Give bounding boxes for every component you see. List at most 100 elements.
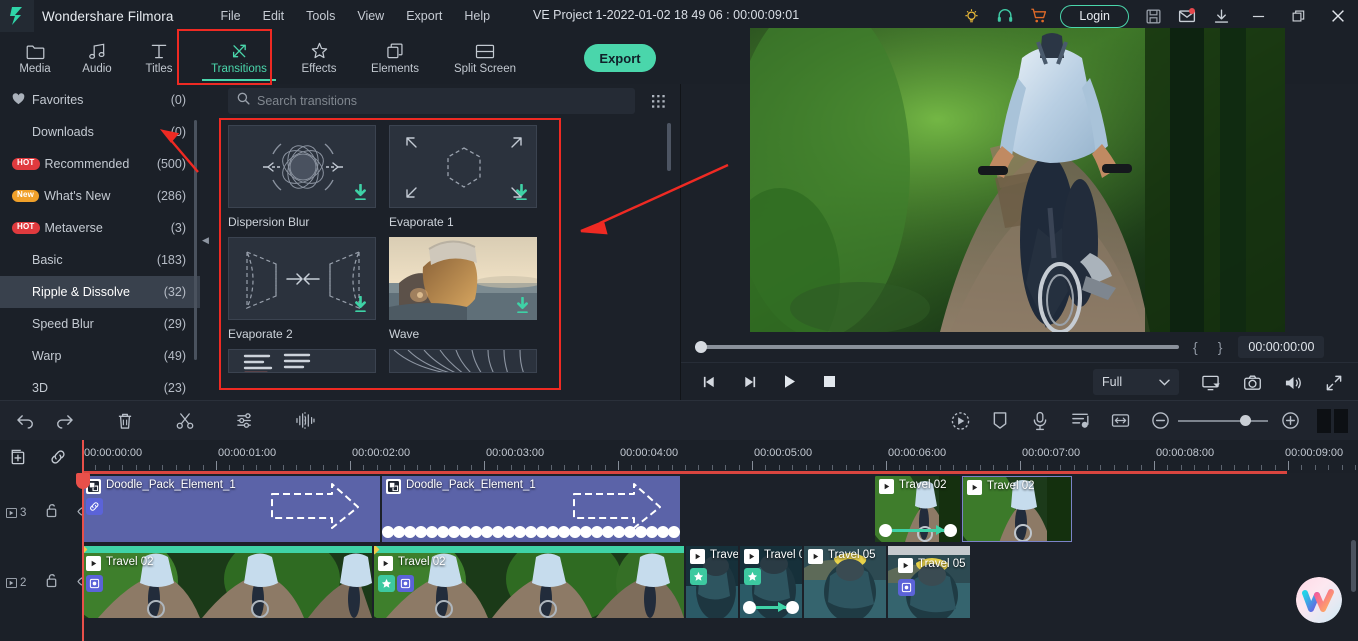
playhead[interactable] — [76, 440, 90, 641]
panel-collapse-icon[interactable]: ◀ — [201, 232, 210, 248]
track-2[interactable]: Travel 02 Travel 02 Trave Travel 0 Trave… — [80, 546, 1358, 618]
sidebar-item-3d[interactable]: 3D (23) — [0, 372, 200, 400]
playhead-handle[interactable] — [76, 473, 90, 489]
transition-card-dispersion-blur[interactable]: Dispersion Blur — [228, 125, 376, 229]
mark-out-icon[interactable]: } — [1218, 339, 1223, 355]
transitions-scrollbar[interactable] — [667, 123, 671, 171]
menu-help[interactable]: Help — [453, 5, 501, 27]
grid-view-toggle-icon[interactable] — [648, 91, 668, 111]
fullscreen-icon[interactable] — [1323, 372, 1345, 394]
download-transition-icon-2[interactable] — [514, 183, 529, 202]
sidebar-item-favorites[interactable]: Favorites (0) — [0, 84, 200, 116]
transition-handle-right-2[interactable] — [786, 601, 799, 614]
voiceover-mic-icon[interactable] — [1020, 401, 1060, 441]
tab-transitions[interactable]: Transitions — [190, 33, 288, 83]
menu-edit[interactable]: Edit — [252, 5, 296, 27]
tab-audio[interactable]: Audio — [66, 33, 128, 83]
clip-doodle-1[interactable]: Doodle_Pack_Element_1 — [82, 476, 380, 542]
sidebar-item-speed-blur[interactable]: Speed Blur (29) — [0, 308, 200, 340]
download-transition-icon[interactable] — [353, 183, 368, 202]
search-input[interactable] — [257, 94, 626, 108]
clip-mask-badge-3[interactable] — [898, 579, 915, 596]
clip-t2-travel02-b[interactable]: Travel 02 — [374, 546, 684, 618]
transition-handle-left[interactable] — [879, 524, 892, 537]
tab-media[interactable]: Media — [4, 33, 66, 83]
clip-t2-travel05-e[interactable]: Travel 05 — [804, 546, 886, 618]
preview-video[interactable] — [750, 28, 1285, 332]
prev-frame-icon[interactable] — [689, 363, 729, 401]
transition-indicator-1[interactable] — [879, 524, 957, 537]
zoom-in-icon[interactable] — [1270, 401, 1310, 441]
sidebar-item-basic[interactable]: Basic (183) — [0, 244, 200, 276]
clip-travel02-b[interactable]: Travel 02 — [962, 476, 1072, 542]
menu-tools[interactable]: Tools — [295, 5, 346, 27]
menu-view[interactable]: View — [346, 5, 395, 27]
undo-icon[interactable] — [5, 401, 45, 441]
tab-titles[interactable]: Titles — [128, 33, 190, 83]
clip-t2-travel05-f[interactable]: Travel 05 — [888, 546, 970, 618]
menu-file[interactable]: File — [209, 5, 251, 27]
sidebar-item-ripple-dissolve[interactable]: Ripple & Dissolve (32) — [0, 276, 200, 308]
zoom-slider-handle[interactable] — [1240, 415, 1251, 426]
clip-mask-badge[interactable] — [86, 575, 103, 592]
sidebar-item-warp[interactable]: Warp (49) — [0, 340, 200, 372]
tab-split-screen[interactable]: Split Screen — [440, 33, 530, 83]
clip-effect-badge-2[interactable] — [690, 568, 707, 585]
sidebar-scrollbar[interactable] — [194, 120, 197, 360]
timeline-ruler[interactable]: 00:00:00:00 00:00:01:00 00:00:02:00 00:0… — [80, 440, 1358, 473]
clip-effect-badge[interactable] — [378, 575, 395, 592]
tab-elements[interactable]: Elements — [350, 33, 440, 83]
transition-card-radial[interactable] — [389, 349, 537, 373]
color-settings-icon[interactable] — [225, 401, 265, 441]
track-3-unlock-icon[interactable] — [45, 503, 58, 523]
quality-select[interactable]: Full — [1093, 369, 1179, 395]
seek-bar[interactable] — [695, 341, 1179, 353]
link-icon[interactable] — [47, 446, 69, 468]
sidebar-item-recommended[interactable]: HOT Recommended (500) — [0, 148, 200, 180]
mark-in-icon[interactable]: { — [1193, 339, 1198, 355]
stop-icon[interactable] — [809, 363, 849, 401]
sidebar-item-whats-new[interactable]: New What's New (286) — [0, 180, 200, 212]
zoom-slider[interactable] — [1178, 415, 1268, 426]
clip-doodle-2[interactable]: Doodle_Pack_Element_1 — [382, 476, 680, 542]
split-scissors-icon[interactable] — [165, 401, 205, 441]
transition-handle-left-2[interactable] — [743, 601, 756, 614]
tab-effects[interactable]: Effects — [288, 33, 350, 83]
audio-waveform-icon[interactable] — [285, 401, 325, 441]
sidebar-item-metaverse[interactable]: HOT Metaverse (3) — [0, 212, 200, 244]
next-frame-icon[interactable] — [729, 363, 769, 401]
snapshot-camera-icon[interactable] — [1241, 372, 1263, 394]
transitions-grid-container[interactable]: Dispersion Blur Evaporate 1 Evaporate 2 … — [223, 119, 663, 397]
export-button[interactable]: Export — [584, 44, 656, 72]
delete-icon[interactable] — [105, 401, 145, 441]
login-button[interactable]: Login — [1060, 4, 1129, 28]
transition-card-evaporate-1[interactable]: Evaporate 1 — [389, 125, 537, 229]
track-3[interactable]: Doodle_Pack_Element_1 Doodle_Pack_Elemen… — [80, 474, 1358, 544]
clip-t2-travel05-d[interactable]: Travel 05 — [740, 546, 802, 618]
clip-travel02-a[interactable]: Travel 02 — [875, 476, 960, 542]
volume-icon[interactable] — [1282, 372, 1304, 394]
play-icon[interactable] — [769, 363, 809, 401]
transition-card-lines[interactable] — [228, 349, 376, 373]
clip-mask-badge-2[interactable] — [397, 575, 414, 592]
preview-timecode[interactable]: 00:00:00:00 — [1238, 336, 1325, 358]
transition-handle-right[interactable] — [944, 524, 957, 537]
transition-indicator-2[interactable] — [743, 601, 799, 614]
timeline-vertical-scrollbar[interactable] — [1351, 540, 1356, 592]
audio-mixer-icon[interactable] — [1060, 401, 1100, 441]
download-transition-icon-4[interactable] — [515, 296, 530, 315]
download-transition-icon-3[interactable] — [353, 295, 368, 314]
clip-t2-travel02-a[interactable]: Travel 02 — [82, 546, 372, 618]
menu-export[interactable]: Export — [395, 5, 453, 27]
sidebar-item-downloads[interactable]: Downloads (0) — [0, 116, 200, 148]
track-2-unlock-icon[interactable] — [45, 573, 58, 593]
keyframe-icon[interactable] — [940, 401, 980, 441]
close-icon[interactable] — [1318, 0, 1358, 32]
marker-icon[interactable] — [980, 401, 1020, 441]
clip-t2-travel0-c[interactable]: Travel 0 — [686, 546, 738, 618]
clip-effect-badge-3[interactable] — [744, 568, 761, 585]
clip-link-badge[interactable] — [86, 498, 103, 515]
transition-card-evaporate-2[interactable]: Evaporate 2 — [228, 237, 376, 341]
add-track-icon[interactable] — [6, 446, 28, 468]
transition-card-wave[interactable]: Wave — [389, 237, 537, 341]
